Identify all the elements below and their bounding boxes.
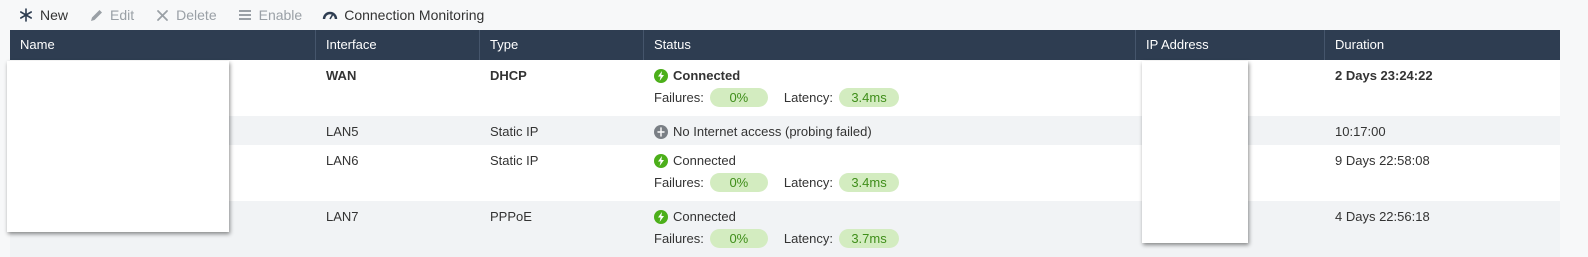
column-header-ip-address[interactable]: IP Address bbox=[1136, 30, 1325, 60]
connected-icon bbox=[654, 68, 668, 83]
asterisk-icon bbox=[18, 7, 34, 23]
column-header-interface[interactable]: Interface bbox=[316, 30, 480, 60]
edit-button-label: Edit bbox=[110, 7, 135, 23]
metrics-line: Failures: 0% Latency: 3.7ms bbox=[654, 229, 1136, 248]
column-header-name[interactable]: Name bbox=[10, 30, 316, 60]
interface-cell: LAN5 bbox=[326, 124, 359, 139]
status-text: Connected bbox=[673, 153, 736, 168]
status-line: No Internet access (probing failed) bbox=[654, 124, 1136, 139]
column-header-status[interactable]: Status bbox=[644, 30, 1136, 60]
type-cell: PPPoE bbox=[490, 209, 532, 224]
latency-label: Latency: bbox=[783, 90, 834, 105]
latency-badge: 3.4ms bbox=[839, 173, 900, 192]
table-row[interactable]: WAN DHCP Connected Failures: 0% Latency:… bbox=[10, 60, 1560, 116]
table-row[interactable]: LAN6 Static IP Connected Failures: 0% La… bbox=[10, 145, 1560, 201]
status-line: Connected bbox=[654, 209, 1136, 224]
metrics-line: Failures: 0% Latency: 3.4ms bbox=[654, 173, 1136, 192]
status-text: No Internet access (probing failed) bbox=[673, 124, 872, 139]
edit-button[interactable]: Edit bbox=[88, 7, 134, 23]
status-cell: No Internet access (probing failed) bbox=[644, 116, 1136, 145]
latency-label: Latency: bbox=[783, 231, 834, 246]
duration-cell: 4 Days 22:56:18 bbox=[1335, 209, 1430, 224]
latency-label: Latency: bbox=[783, 175, 834, 190]
delete-button[interactable]: Delete bbox=[154, 7, 217, 23]
type-cell: Static IP bbox=[490, 153, 539, 168]
new-button-label: New bbox=[40, 7, 69, 23]
latency-badge: 3.4ms bbox=[839, 88, 900, 107]
interface-cell: LAN7 bbox=[326, 209, 359, 224]
status-text: Connected bbox=[673, 209, 736, 224]
gauge-icon bbox=[322, 7, 338, 23]
status-cell: Connected Failures: 0% Latency: 3.4ms bbox=[644, 60, 1136, 116]
duration-cell: 9 Days 22:58:08 bbox=[1335, 153, 1430, 168]
status-line: Connected bbox=[654, 153, 1136, 168]
type-cell: DHCP bbox=[490, 68, 527, 83]
connections-table: Name Interface Type Status IP Address Du… bbox=[10, 30, 1560, 257]
connected-icon bbox=[654, 209, 668, 224]
failures-label: Failures: bbox=[654, 175, 704, 190]
connection-monitoring-button[interactable]: Connection Monitoring bbox=[322, 7, 484, 23]
table-header: Name Interface Type Status IP Address Du… bbox=[10, 30, 1560, 60]
status-cell: Connected Failures: 0% Latency: 3.4ms bbox=[644, 145, 1136, 201]
status-text: Connected bbox=[673, 68, 741, 83]
table-row[interactable]: LAN7 PPPoE Connected Failures: 0% Latenc… bbox=[10, 201, 1560, 257]
metrics-line: Failures: 0% Latency: 3.4ms bbox=[654, 88, 1136, 107]
x-icon bbox=[154, 7, 170, 23]
redaction-overlay-name bbox=[7, 61, 229, 232]
failures-badge: 0% bbox=[709, 173, 768, 192]
latency-badge: 3.7ms bbox=[839, 229, 900, 248]
list-icon bbox=[237, 7, 253, 23]
delete-button-label: Delete bbox=[176, 7, 217, 23]
type-cell: Static IP bbox=[490, 124, 539, 139]
enable-button[interactable]: Enable bbox=[237, 7, 303, 23]
failures-badge: 0% bbox=[709, 229, 768, 248]
interface-cell: WAN bbox=[326, 68, 357, 83]
duration-cell: 10:17:00 bbox=[1335, 124, 1386, 139]
duration-cell: 2 Days 23:24:22 bbox=[1335, 68, 1433, 83]
pencil-icon bbox=[88, 7, 104, 23]
redaction-overlay-ip bbox=[1142, 61, 1248, 243]
no-internet-icon bbox=[654, 124, 668, 139]
status-cell: Connected Failures: 0% Latency: 3.7ms bbox=[644, 201, 1136, 257]
column-header-type[interactable]: Type bbox=[480, 30, 644, 60]
new-button[interactable]: New bbox=[18, 7, 68, 23]
failures-label: Failures: bbox=[654, 231, 704, 246]
status-line: Connected bbox=[654, 68, 1136, 83]
toolbar: New Edit Delete Enable Connection Monito… bbox=[0, 0, 1588, 30]
connection-monitoring-label: Connection Monitoring bbox=[344, 7, 485, 23]
connected-icon bbox=[654, 153, 668, 168]
table-row[interactable]: LAN5 Static IP No Internet access (probi… bbox=[10, 116, 1560, 145]
enable-button-label: Enable bbox=[258, 7, 303, 23]
column-header-duration[interactable]: Duration bbox=[1325, 30, 1560, 60]
interface-cell: LAN6 bbox=[326, 153, 359, 168]
failures-label: Failures: bbox=[654, 90, 704, 105]
failures-badge: 0% bbox=[709, 88, 768, 107]
